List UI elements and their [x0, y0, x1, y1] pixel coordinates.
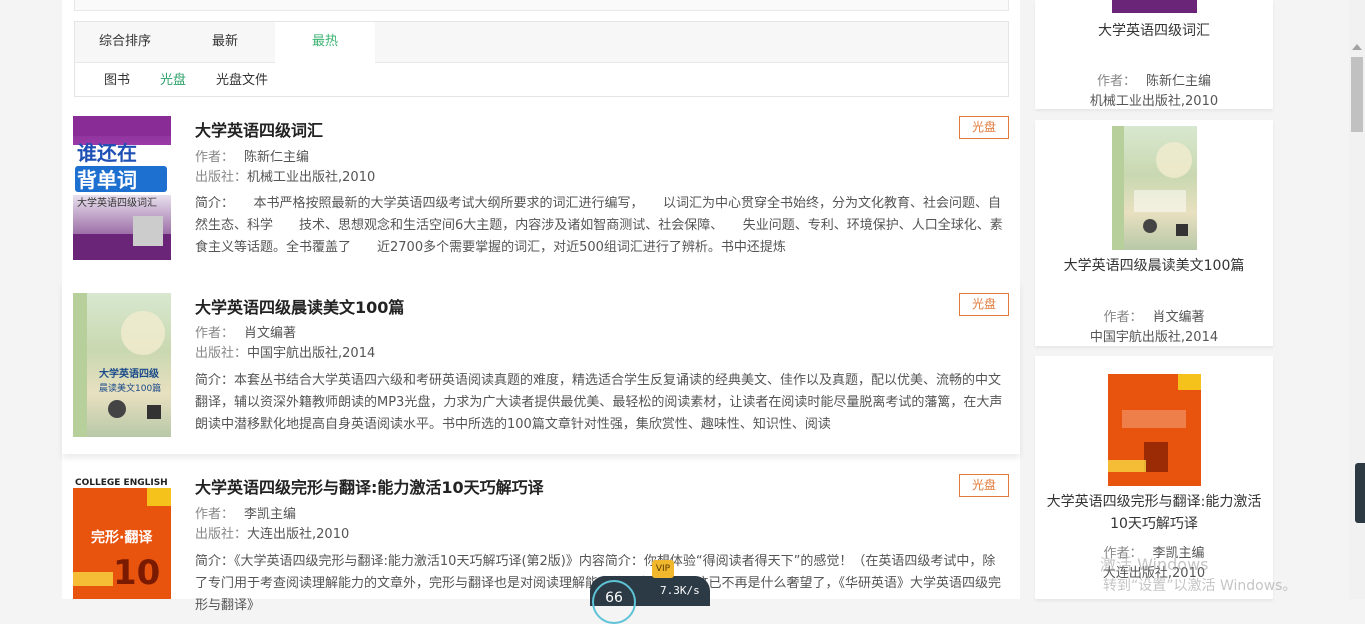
top-strip [74, 0, 1009, 11]
intro-label: 简介： [195, 373, 235, 388]
intro-label: 简介： [195, 554, 235, 569]
sidebar-author-value: 陈新仁主编 [1146, 74, 1212, 89]
sort-filter-bar: 综合排序 最新 最热 图书 光盘 光盘文件 [74, 21, 1009, 97]
book-publisher: 出版社：机械工业出版社,2010 [195, 166, 375, 185]
book-cover[interactable]: COLLEGE ENGLISH 完形·翻译 10 [73, 474, 171, 599]
cover-title-1: COLLEGE ENGLISH [75, 478, 168, 488]
sidebar-cover[interactable] [1112, 0, 1197, 13]
windows-activation-hint: 转到“设置”以激活 Windows。 [1103, 578, 1297, 594]
publisher-value: 大连出版社,2010 [247, 527, 350, 542]
book-item: COLLEGE ENGLISH 完形·翻译 10 大学英语四级完形与翻译:能力激… [62, 462, 1020, 613]
disc-tag[interactable]: 光盘 [959, 116, 1009, 139]
book-cover[interactable]: 谁还在 背单词 大学英语四级词汇 [73, 116, 171, 260]
filter-disc[interactable]: 光盘 [160, 63, 186, 99]
sidebar-title[interactable]: 大学英语四级词汇 [1043, 20, 1265, 42]
cover-title-1: 谁还在 [77, 141, 137, 165]
scrollbar-thumb[interactable] [1351, 57, 1363, 132]
book-publisher: 出版社：中国宇航出版社,2014 [195, 342, 375, 361]
cover-title-2: 背单词 [77, 168, 137, 192]
book-intro: 简介：本套丛书结合大学英语四六级和考研英语阅读真题的难度，精选适合学生反复诵读的… [195, 370, 1007, 436]
book-publisher: 出版社：大连出版社,2010 [195, 523, 349, 542]
book-item: 大学英语四级 晨读美文100篇 大学英语四级晨读美文100篇 光盘 作者： 肖文编… [62, 282, 1020, 454]
intro-text: 本套丛书结合大学英语四六级和考研英语阅读真题的难度，精选适合学生反复诵读的经典美… [195, 373, 1003, 432]
sidebar-publisher: 中国宇航出版社,2014 [1089, 330, 1219, 345]
windows-activation-watermark: 激活 Windows [1100, 555, 1209, 574]
sidebar-cover[interactable] [1108, 362, 1201, 486]
book-intro: 简介： 本书严格按照最新的大学英语四级考试大纲所要求的词汇进行编写， 以词汇为中… [195, 193, 1007, 259]
sidebar-author-value: 肖文编著 [1152, 310, 1205, 325]
author-value: 肖文编著 [244, 326, 297, 341]
sidebar-cover-art [1108, 362, 1201, 472]
speed-ring: 66 [592, 580, 636, 624]
author-value: 李凯主编 [244, 507, 297, 522]
sort-tab-hottest[interactable]: 最热 [275, 22, 375, 63]
sidebar-card[interactable]: 大学英语四级晨读美文100篇 作者： 肖文编著 中国宇航出版社,2014 [1035, 120, 1273, 346]
book-cover-art: COLLEGE ENGLISH 完形·翻译 10 [73, 474, 171, 593]
sort-tab-newest[interactable]: 最新 [175, 22, 275, 62]
filter-row: 图书 光盘 光盘文件 [75, 63, 1008, 96]
intro-label: 简介： [195, 196, 228, 211]
author-label: 作者： [195, 507, 235, 522]
filter-book[interactable]: 图书 [104, 63, 130, 99]
sidebar-author-label: 作者： [1096, 74, 1136, 89]
book-cover-art: 大学英语四级 晨读美文100篇 [73, 293, 165, 437]
sidebar-title[interactable]: 大学英语四级晨读美文100篇 [1043, 255, 1265, 277]
sort-tab-comprehensive[interactable]: 综合排序 [75, 22, 175, 62]
sidebar-cover-art [1112, 126, 1192, 250]
vip-badge-icon[interactable]: VIP [652, 560, 674, 578]
publisher-value: 中国宇航出版社,2014 [247, 346, 376, 361]
cover-title-2: 晨读美文100篇 [99, 382, 161, 394]
book-author: 作者： 陈新仁主编 [195, 146, 309, 165]
book-item: 谁还在 背单词 大学英语四级词汇 大学英语四级词汇 光盘 作者： 陈新仁主编 出版… [62, 104, 1020, 276]
intro-text: 本书严格按照最新的大学英语四级考试大纲所要求的词汇进行编写， 以词汇为中心贯穿全… [195, 196, 1003, 255]
book-title[interactable]: 大学英语四级晨读美文100篇 [195, 294, 404, 318]
side-widget-tab[interactable] [1355, 463, 1365, 523]
book-title[interactable]: 大学英语四级完形与翻译:能力激活10天巧解巧译 [195, 474, 544, 498]
book-author: 作者： 李凯主编 [195, 503, 296, 522]
speed-text: 7.3K/s [660, 584, 700, 597]
cover-title-3: 大学英语四级词汇 [77, 196, 157, 209]
cover-title-2: 完形·翻译 [91, 529, 153, 546]
sidebar-publisher: 机械工业出版社,2010 [1089, 94, 1219, 109]
sidebar-related: 大学英语四级词汇 作者： 陈新仁主编 机械工业出版社,2010 大学英语四级晨读美… [1035, 0, 1273, 599]
sidebar-card[interactable]: 大学英语四级词汇 作者： 陈新仁主编 机械工业出版社,2010 [1035, 0, 1273, 109]
publisher-label: 出版社： [195, 170, 248, 185]
publisher-label: 出版社： [195, 346, 248, 361]
sidebar-cover[interactable] [1112, 126, 1197, 250]
scroll-up-arrow-icon[interactable] [1352, 44, 1362, 50]
book-author: 作者： 肖文编著 [195, 322, 296, 341]
sidebar-author: 作者： 肖文编著 [1035, 306, 1273, 325]
author-value: 陈新仁主编 [244, 150, 310, 165]
publisher-value: 机械工业出版社,2010 [247, 170, 376, 185]
sort-row: 综合排序 最新 最热 [75, 22, 1008, 63]
network-speed-widget[interactable]: 66 7.3K/s [590, 576, 710, 624]
author-label: 作者： [195, 150, 235, 165]
book-cover[interactable]: 大学英语四级 晨读美文100篇 [73, 293, 171, 437]
sidebar-author-label: 作者： [1103, 310, 1143, 325]
cover-title-1: 大学英语四级 [99, 367, 160, 380]
author-label: 作者： [195, 326, 235, 341]
book-cover-art: 谁还在 背单词 大学英语四级词汇 [73, 116, 171, 260]
disc-tag[interactable]: 光盘 [959, 474, 1009, 497]
publisher-label: 出版社： [195, 527, 248, 542]
cover-title-3: 10 [113, 553, 160, 593]
disc-tag[interactable]: 光盘 [959, 293, 1009, 316]
filter-disc-file[interactable]: 光盘文件 [216, 63, 268, 99]
sidebar-title[interactable]: 大学英语四级完形与翻译:能力激活10天巧解巧译 [1043, 491, 1265, 535]
sidebar-author: 作者： 陈新仁主编 [1035, 70, 1273, 89]
book-title[interactable]: 大学英语四级词汇 [195, 117, 323, 141]
